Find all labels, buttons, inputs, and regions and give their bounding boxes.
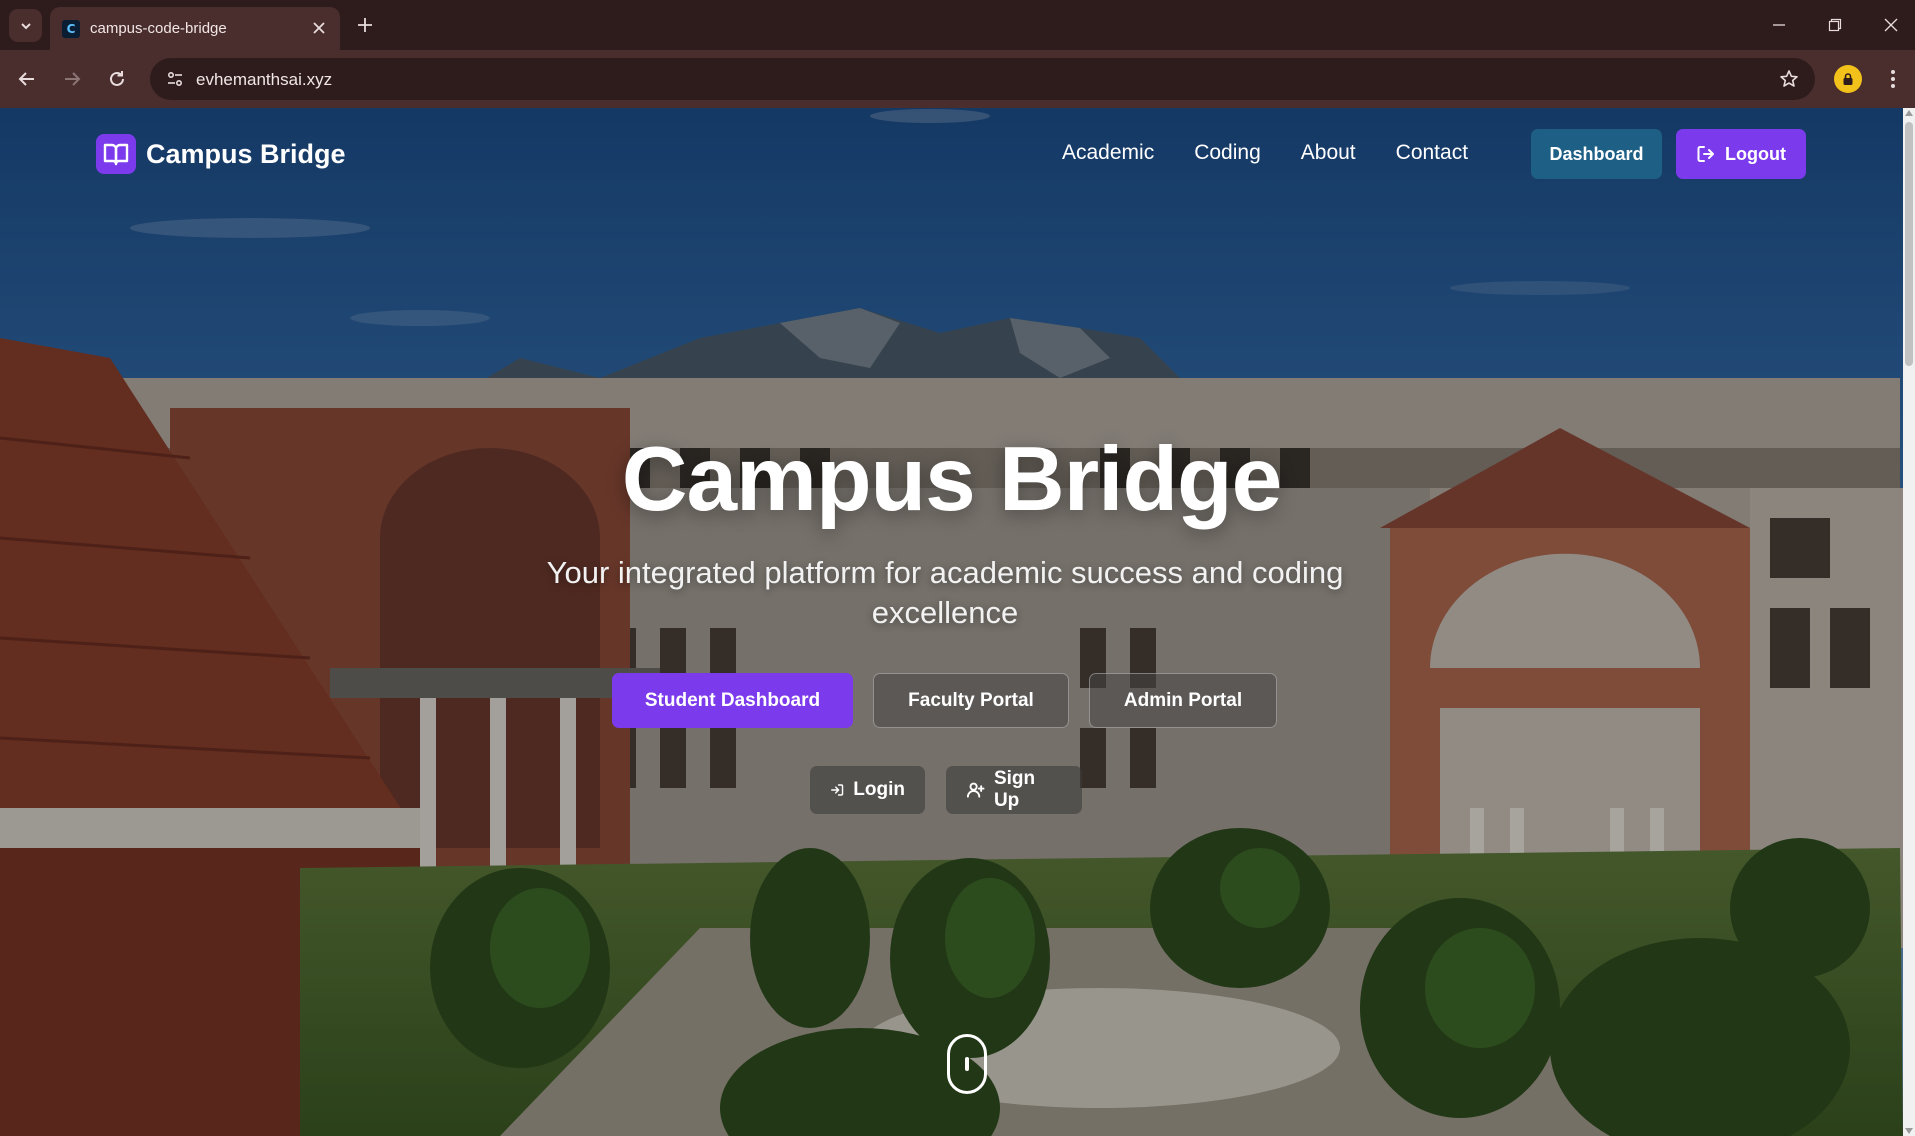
restore-button[interactable] <box>1807 0 1863 50</box>
site-settings-icon <box>167 71 183 87</box>
minimize-icon <box>1773 24 1785 26</box>
brand-logo-link[interactable]: Campus Bridge <box>96 134 346 174</box>
dashboard-button[interactable]: Dashboard <box>1531 129 1662 179</box>
book-open-icon <box>96 134 136 174</box>
arrow-left-icon <box>18 72 34 86</box>
admin-portal-button[interactable]: Admin Portal <box>1089 673 1277 728</box>
main-nav: Academic Coding About Contact <box>1062 141 1468 165</box>
url-text: evhemanthsai.xyz <box>196 70 333 89</box>
scrollbar-thumb[interactable] <box>1905 122 1913 366</box>
profile-button[interactable] <box>1834 65 1862 93</box>
hero-title: Campus Bridge <box>621 429 1283 530</box>
tab-title: campus-code-bridge <box>90 20 227 37</box>
reload-button[interactable] <box>100 62 134 96</box>
profile-icon <box>1843 73 1853 85</box>
site-header: Campus Bridge Academic Coding About Cont… <box>0 108 1903 200</box>
browser-tab[interactable]: C campus-code-bridge <box>50 7 340 50</box>
faculty-portal-button[interactable]: Faculty Portal <box>873 673 1069 728</box>
scroll-down-arrow-icon[interactable] <box>1905 1128 1913 1134</box>
user-plus-icon <box>966 782 985 798</box>
student-dashboard-button[interactable]: Student Dashboard <box>612 673 853 728</box>
tab-search-button[interactable] <box>9 9 42 42</box>
nav-contact[interactable]: Contact <box>1396 141 1468 165</box>
signup-label: Sign Up <box>993 768 1036 811</box>
plus-icon <box>358 18 372 32</box>
reload-icon <box>110 71 124 86</box>
close-window-button[interactable] <box>1863 0 1915 50</box>
chevron-down-icon <box>20 22 31 29</box>
bookmark-button[interactable] <box>1775 65 1803 93</box>
arrow-right-icon <box>65 72 81 86</box>
star-icon <box>1780 70 1798 87</box>
signup-button[interactable]: Sign Up <box>946 766 1082 814</box>
login-button[interactable]: Login <box>810 766 925 814</box>
kebab-menu-icon <box>1891 70 1895 88</box>
browser-tabstrip: C campus-code-bridge <box>0 0 1915 50</box>
logout-icon <box>1697 146 1714 162</box>
close-icon <box>1884 18 1898 32</box>
nav-academic[interactable]: Academic <box>1062 141 1154 165</box>
address-bar[interactable]: evhemanthsai.xyz <box>150 58 1815 100</box>
brand-name: Campus Bridge <box>146 138 346 169</box>
browser-toolbar: evhemanthsai.xyz <box>0 50 1915 108</box>
login-label: Login <box>853 779 905 800</box>
page-viewport: Campus Bridge Academic Coding About Cont… <box>0 108 1903 1136</box>
nav-coding[interactable]: Coding <box>1194 141 1261 165</box>
auth-actions: Login Sign Up <box>810 766 1082 814</box>
tab-favicon: C <box>62 20 80 38</box>
back-button[interactable] <box>10 62 44 96</box>
scroll-up-arrow-icon[interactable] <box>1905 110 1913 116</box>
scroll-down-indicator[interactable] <box>947 1034 987 1094</box>
login-icon <box>831 784 844 796</box>
scroll-indicator-dot <box>965 1057 969 1071</box>
forward-button[interactable] <box>55 62 89 96</box>
logout-label: Logout <box>1725 143 1786 164</box>
minimize-button[interactable] <box>1751 0 1807 50</box>
site-info-button[interactable] <box>160 64 190 94</box>
browser-menu-button[interactable] <box>1878 63 1908 95</box>
hero-actions: Student Dashboard Faculty Portal Admin P… <box>612 673 1277 728</box>
nav-about[interactable]: About <box>1301 141 1356 165</box>
close-icon <box>313 22 325 34</box>
page-scrollbar[interactable] <box>1903 108 1915 1136</box>
new-tab-button[interactable] <box>352 12 378 38</box>
hero-subtitle: Your integrated platform for academic su… <box>546 555 1344 630</box>
close-tab-button[interactable] <box>308 17 330 39</box>
logout-button[interactable]: Logout <box>1676 129 1806 179</box>
restore-icon <box>1828 18 1842 32</box>
